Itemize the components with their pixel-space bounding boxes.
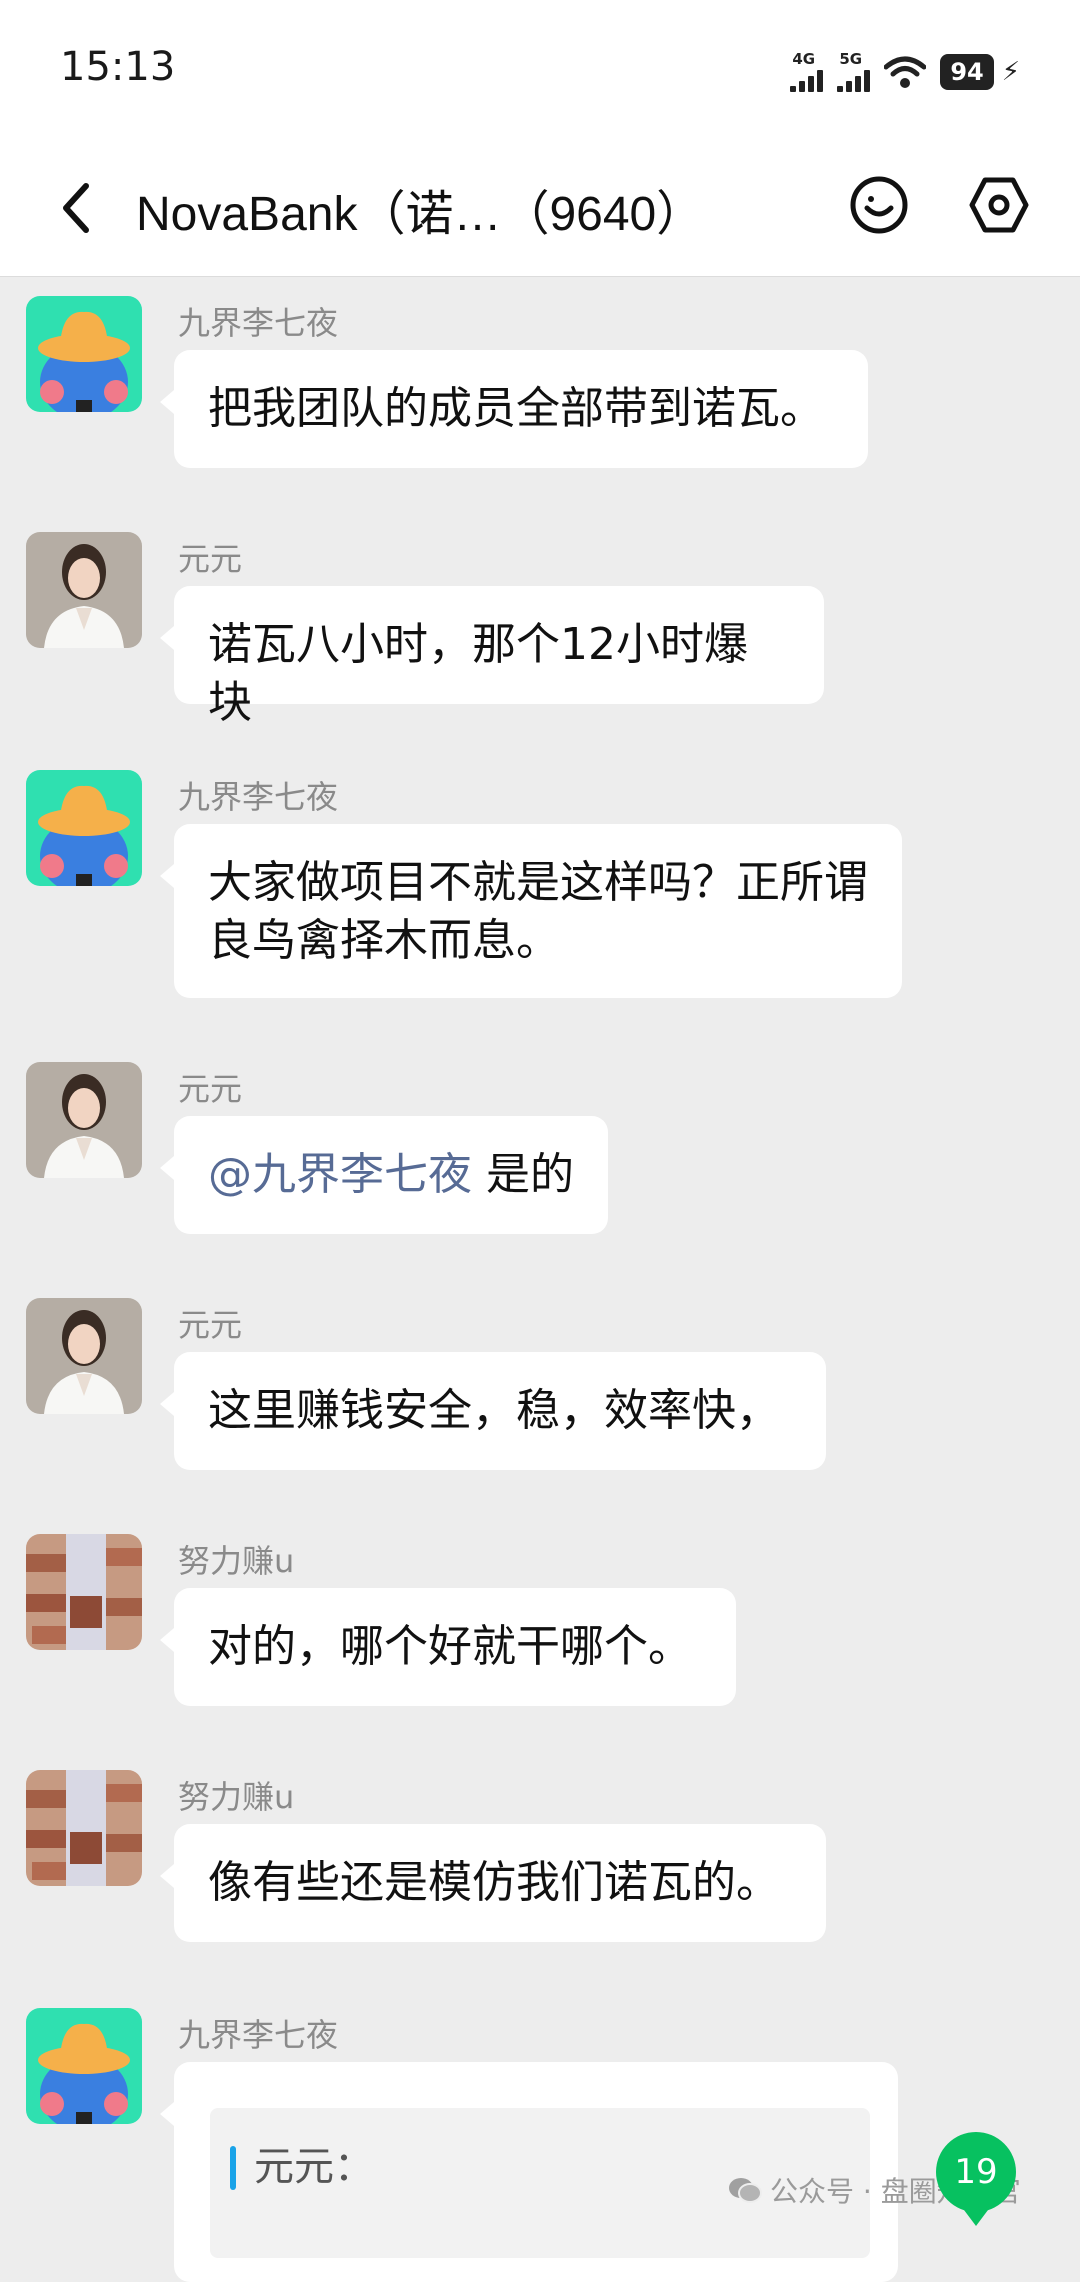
message-text: 是的 (472, 1149, 574, 1200)
message-text: 对的，哪个好就干哪个。 (208, 1621, 692, 1672)
network-label-5g: 5G (839, 50, 863, 68)
avatar[interactable] (26, 770, 142, 886)
message-text: 像有些还是模仿我们诺瓦的。 (208, 1857, 780, 1908)
message-bubble[interactable]: 像有些还是模仿我们诺瓦的。 (160, 1824, 826, 1942)
battery-icon: 94 (940, 54, 994, 90)
avatar[interactable] (26, 2008, 142, 2124)
message-bubble[interactable]: 大家做项目不就是这样吗？正所谓良鸟禽择木而息。 (160, 824, 902, 998)
woman-photo-avatar-icon (26, 1298, 142, 1414)
cartoon-hat-avatar-icon (26, 2008, 142, 2124)
bricks-photo-avatar-icon (26, 1534, 142, 1650)
sender-name: 努力赚u (178, 1778, 295, 1816)
sender-name: 九界李七夜 (178, 2016, 339, 2054)
network-label-4g: 4G (792, 50, 816, 68)
woman-photo-avatar-icon (26, 1062, 142, 1178)
sender-name: 元元 (178, 540, 243, 578)
mention-link[interactable]: @九界李七夜 (208, 1149, 472, 1200)
charging-icon: ⚡ (1001, 57, 1020, 87)
unread-count-badge[interactable]: 19 (936, 2132, 1016, 2226)
sender-name: 九界李七夜 (178, 778, 339, 816)
cartoon-hat-avatar-icon (26, 770, 142, 886)
message-bubble[interactable]: 这里赚钱安全，稳，效率快， (160, 1352, 826, 1470)
avatar[interactable] (26, 296, 142, 412)
message-bubble[interactable]: 对的，哪个好就干哪个。 (160, 1588, 736, 1706)
message-text: 大家做项目不就是这样吗？正所谓良鸟禽择木而息。 (208, 857, 868, 966)
quote-sender: 元元： (254, 2144, 374, 2190)
avatar[interactable] (26, 532, 142, 648)
status-icons: 4G 5G 94 ⚡ (790, 50, 1020, 94)
avatar[interactable] (26, 1062, 142, 1178)
sender-name: 努力赚u (178, 1542, 295, 1580)
emoji-icon[interactable] (848, 174, 910, 236)
quote-bar (230, 2146, 236, 2190)
avatar[interactable] (26, 1534, 142, 1650)
back-arrow-icon[interactable] (52, 178, 100, 238)
message-text: 把我团队的成员全部带到诺瓦。 (208, 383, 824, 434)
message-bubble[interactable]: @九界李七夜 是的 (160, 1116, 608, 1234)
message-bubble[interactable]: 诺瓦八小时，那个12小时爆块 (160, 586, 824, 728)
message-text: 这里赚钱安全，稳，效率快， (208, 1385, 780, 1436)
status-time: 15:13 (60, 44, 176, 90)
sender-name: 九界李七夜 (178, 304, 339, 342)
sender-name: 元元 (178, 1306, 243, 1344)
settings-hexagon-icon[interactable] (968, 174, 1030, 236)
wechat-icon (729, 2178, 762, 2203)
chat-header: NovaBank（诺…（9640） (0, 140, 1080, 277)
wifi-icon (884, 56, 927, 88)
status-bar: 15:13 4G 5G 94 ⚡ (0, 0, 1080, 140)
avatar[interactable] (26, 1298, 142, 1414)
bricks-photo-avatar-icon (26, 1770, 142, 1886)
chat-title: NovaBank（诺…（9640） (136, 188, 705, 241)
woman-photo-avatar-icon (26, 532, 142, 648)
signal-icon: 4G (790, 50, 824, 92)
message-text: 诺瓦八小时，那个12小时爆块 (208, 619, 748, 728)
signal-icon: 5G (837, 50, 871, 92)
message-bubble[interactable]: 把我团队的成员全部带到诺瓦。 (160, 350, 868, 468)
avatar[interactable] (26, 1770, 142, 1886)
sender-name: 元元 (178, 1070, 243, 1108)
cartoon-hat-avatar-icon (26, 296, 142, 412)
